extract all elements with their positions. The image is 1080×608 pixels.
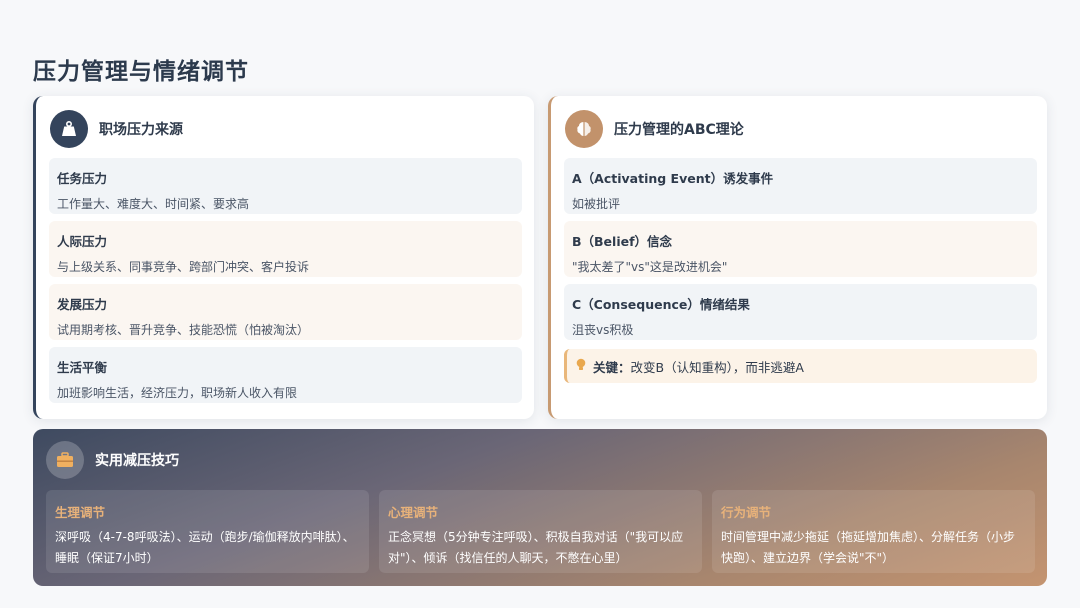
list-item: 生活平衡 加班影响生活，经济压力，职场新人收入有限	[49, 347, 522, 403]
technique-title: 行为调节	[721, 505, 772, 520]
abc-theory-title: 压力管理的ABC理论	[614, 122, 744, 138]
page-title: 压力管理与情绪调节	[33, 59, 249, 85]
toolbox-icon	[46, 441, 84, 479]
technique-title: 心理调节	[388, 505, 439, 520]
item-desc: 试用期考核、晋升竞争、技能恐慌（怕被淘汰）	[57, 323, 310, 337]
list-item: 人际压力 与上级关系、同事竞争、跨部门冲突、客户投诉	[49, 221, 522, 277]
item-title: A（Activating Event）诱发事件	[572, 171, 774, 186]
key-text: 改变B（认知重构），而非逃避A	[630, 359, 804, 375]
item-desc: 工作量大、难度大、时间紧、要求高	[57, 197, 250, 211]
stress-relief-panel: 实用减压技巧 生理调节 深呼吸（4-7-8呼吸法）、运动（跑步/瑜伽释放内啡肽）…	[33, 429, 1047, 586]
item-desc: 如被批评	[572, 197, 621, 211]
key-label: 关键：	[593, 359, 631, 375]
brain-icon	[565, 110, 603, 148]
item-title: C（Consequence）情绪结果	[572, 297, 750, 312]
technique-desc: 深呼吸（4-7-8呼吸法）、运动（跑步/瑜伽释放内啡肽）、睡眠（保证7小时）	[55, 530, 355, 565]
stress-sources-title: 职场压力来源	[99, 122, 183, 138]
stress-sources-header: 职场压力来源	[50, 109, 183, 149]
list-item: 任务压力 工作量大、难度大、时间紧、要求高	[49, 158, 522, 214]
item-desc: 沮丧vs积极	[572, 323, 634, 337]
item-title: 任务压力	[57, 171, 108, 186]
item-title: 人际压力	[57, 234, 108, 249]
key-insight-box: 关键： 改变B（认知重构），而非逃避A	[564, 349, 1037, 383]
stress-relief-header: 实用减压技巧	[46, 441, 179, 479]
technique-title: 生理调节	[55, 505, 106, 520]
technique-card: 行为调节 时间管理中减少拖延（拖延增加焦虑）、分解任务（小步快跑）、建立边界（学…	[712, 490, 1035, 573]
abc-theory-card: 压力管理的ABC理论 A（Activating Event）诱发事件 如被批评 …	[548, 96, 1047, 419]
technique-desc: 时间管理中减少拖延（拖延增加焦虑）、分解任务（小步快跑）、建立边界（学会说"不"…	[721, 530, 1016, 565]
list-item: A（Activating Event）诱发事件 如被批评	[564, 158, 1037, 214]
technique-card: 生理调节 深呼吸（4-7-8呼吸法）、运动（跑步/瑜伽释放内啡肽）、睡眠（保证7…	[46, 490, 369, 573]
item-title: B（Belief）信念	[572, 234, 673, 249]
item-title: 生活平衡	[57, 360, 108, 375]
abc-theory-header: 压力管理的ABC理论	[565, 109, 744, 149]
stress-sources-card: 职场压力来源 任务压力 工作量大、难度大、时间紧、要求高 人际压力 与上级关系、…	[33, 96, 534, 419]
item-desc: "我太差了"vs"这是改进机会"	[572, 260, 728, 274]
weight-icon	[50, 110, 88, 148]
lightbulb-icon	[575, 358, 587, 375]
list-item: B（Belief）信念 "我太差了"vs"这是改进机会"	[564, 221, 1037, 277]
technique-card: 心理调节 正念冥想（5分钟专注呼吸）、积极自我对话（"我可以应对"）、倾诉（找信…	[379, 490, 702, 573]
list-item: C（Consequence）情绪结果 沮丧vs积极	[564, 284, 1037, 340]
item-title: 发展压力	[57, 297, 108, 312]
stress-relief-title: 实用减压技巧	[95, 453, 179, 469]
item-desc: 加班影响生活，经济压力，职场新人收入有限	[57, 386, 298, 400]
technique-desc: 正念冥想（5分钟专注呼吸）、积极自我对话（"我可以应对"）、倾诉（找信任的人聊天…	[388, 530, 684, 565]
list-item: 发展压力 试用期考核、晋升竞争、技能恐慌（怕被淘汰）	[49, 284, 522, 340]
item-desc: 与上级关系、同事竞争、跨部门冲突、客户投诉	[57, 260, 310, 274]
